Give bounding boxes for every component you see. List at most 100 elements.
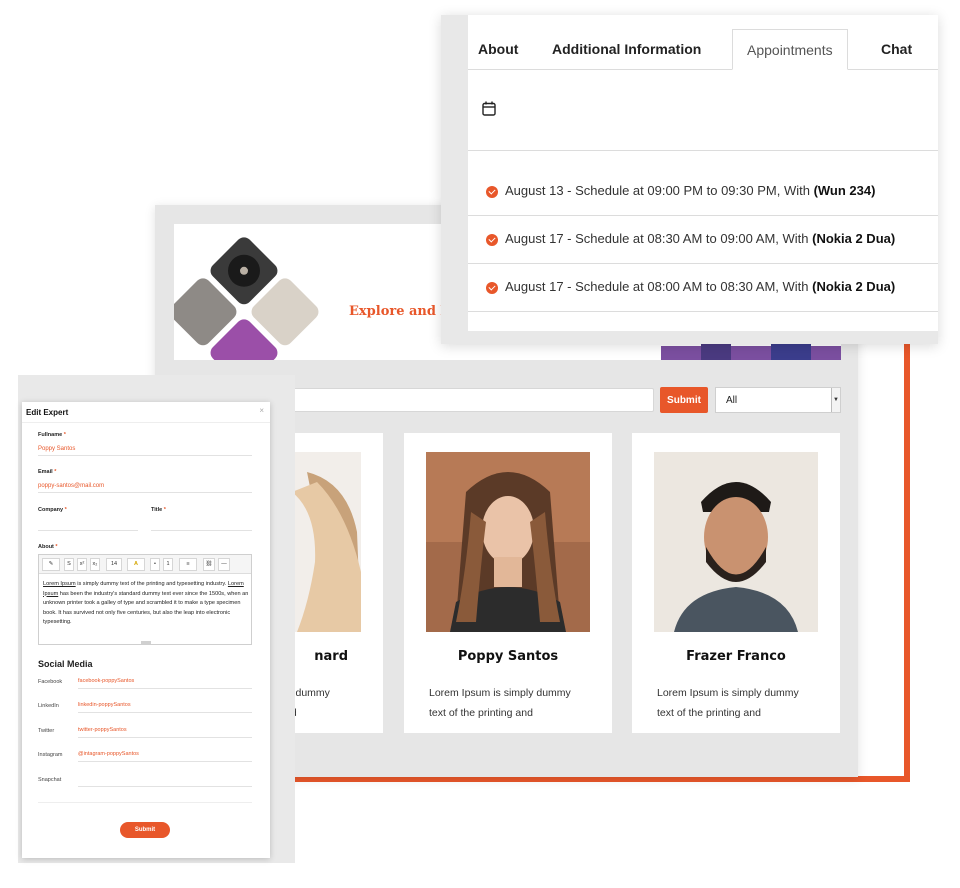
appointment-schedule: August 17 - Schedule at 08:30 AM to 09:0… xyxy=(505,231,813,246)
expert-card[interactable]: Poppy Santos Lorem Ipsum is simply dummy… xyxy=(404,433,612,733)
modal-title: Edit Expert xyxy=(26,408,69,417)
modal-divider xyxy=(22,422,270,423)
instagram-field[interactable]: @intagram-poppySantos xyxy=(78,751,252,762)
required-mark: * xyxy=(64,507,67,513)
appointment-with: (Nokia 2 Dua) xyxy=(812,231,896,246)
instagram-label: Instagram xyxy=(38,752,63,758)
about-text[interactable]: Lorem Ipsum is simply dummy text of the … xyxy=(43,580,249,628)
editor-resize-handle[interactable] xyxy=(141,641,151,644)
email-field[interactable]: poppy-santos@mail.com xyxy=(38,481,252,493)
appointment-text: August 13 - Schedule at 09:00 PM to 09:3… xyxy=(505,183,875,198)
required-mark: * xyxy=(55,544,58,550)
about-label-text: About xyxy=(38,544,54,550)
about-text-part: is simply dummy text of the printing and… xyxy=(75,581,228,587)
tab-additional-information[interactable]: Additional Information xyxy=(552,29,701,70)
about-rich-text-editor[interactable]: ✎ S x² x₂ 14 A • 1 ≡ ⛓ — Lorem Ipsum is … xyxy=(38,554,252,645)
social-media-heading: Social Media xyxy=(38,659,93,669)
check-circle-icon xyxy=(486,282,498,294)
tabs-content: About Additional Information Appointment… xyxy=(468,15,938,331)
expert-description: Lorem Ipsum is simply dummy text of the … xyxy=(657,683,817,723)
appointment-with: (Nokia 2 Dua) xyxy=(812,279,896,294)
expert-description: Lorem Ipsum is simply dummy text of the … xyxy=(429,683,589,723)
search-input[interactable] xyxy=(285,388,654,412)
title-field[interactable] xyxy=(151,519,252,531)
about-text-part: Lorem Ipsum xyxy=(43,581,76,587)
search-submit-button[interactable]: Submit xyxy=(660,387,708,413)
facebook-label: Facebook xyxy=(38,679,63,685)
text-color-icon[interactable]: A xyxy=(127,558,145,571)
expert-tabs-panel: About Additional Information Appointment… xyxy=(441,15,938,344)
email-label-text: Email xyxy=(38,469,53,475)
tab-chat[interactable]: Chat xyxy=(881,29,912,70)
tab-about[interactable]: About xyxy=(478,29,518,70)
expert-description-line: Lorem Ipsum is simply dummy xyxy=(429,687,571,699)
company-field[interactable] xyxy=(38,519,138,531)
search-row: Submit All ▼ xyxy=(285,387,841,413)
editor-toolbar: ✎ S x² x₂ 14 A • 1 ≡ ⛓ — xyxy=(39,555,251,574)
expert-description-line: text of the printing and xyxy=(429,707,533,719)
form-divider xyxy=(38,802,252,803)
appointment-text: August 17 - Schedule at 08:00 AM to 08:3… xyxy=(505,279,895,294)
filter-selected-value: All xyxy=(726,395,738,406)
expert-photo xyxy=(654,452,818,632)
twitter-field[interactable]: twitter-poppySantos xyxy=(78,727,252,738)
appointment-schedule: August 17 - Schedule at 08:00 AM to 08:3… xyxy=(505,279,813,294)
title-label-text: Title xyxy=(151,507,163,513)
expert-card[interactable]: Frazer Franco Lorem Ipsum is simply dumm… xyxy=(632,433,840,733)
company-label-text: Company xyxy=(38,507,64,513)
expert-name: Frazer Franco xyxy=(686,649,786,664)
calendar-row xyxy=(468,71,938,151)
tab-appointments[interactable]: Appointments xyxy=(732,29,848,70)
appointment-item: August 17 - Schedule at 08:30 AM to 09:0… xyxy=(468,216,938,264)
font-size-select[interactable]: 14 xyxy=(106,558,122,571)
appointment-item: August 17 - Schedule at 08:00 AM to 08:3… xyxy=(468,264,938,312)
snapchat-label: Snapchat xyxy=(38,777,62,783)
submit-button[interactable]: Submit xyxy=(120,822,170,838)
email-label: Email * xyxy=(38,469,56,475)
calendar-icon[interactable] xyxy=(482,101,496,116)
tab-bar: About Additional Information Appointment… xyxy=(468,15,938,70)
check-circle-icon xyxy=(486,186,498,198)
appointment-item: August 13 - Schedule at 09:00 PM to 09:3… xyxy=(468,168,938,216)
close-icon[interactable]: × xyxy=(259,406,264,415)
expert-description: ly dummy nd xyxy=(285,683,383,723)
about-text-part: has been the industry's standard dummy t… xyxy=(43,590,249,626)
required-mark: * xyxy=(54,469,57,475)
title-label: Title * xyxy=(151,507,166,513)
banner-collage-image xyxy=(174,237,319,360)
fullname-label-text: Fullname xyxy=(38,432,63,438)
snapchat-field[interactable] xyxy=(78,776,252,787)
filter-select[interactable]: All ▼ xyxy=(715,387,841,413)
horizontal-rule-icon[interactable]: — xyxy=(218,558,230,571)
magic-wand-icon[interactable]: ✎ xyxy=(42,558,60,571)
expert-photo xyxy=(426,452,590,632)
superscript-icon[interactable]: x² xyxy=(77,558,87,571)
expert-description-line: Lorem Ipsum is simply dummy xyxy=(657,687,799,699)
facebook-field[interactable]: facebook-poppySantos xyxy=(78,678,252,689)
link-icon[interactable]: ⛓ xyxy=(203,558,215,571)
strikethrough-icon[interactable]: S xyxy=(64,558,74,571)
appointment-text: August 17 - Schedule at 08:30 AM to 09:0… xyxy=(505,231,895,246)
numbered-list-icon[interactable]: 1 xyxy=(163,558,173,571)
align-icon[interactable]: ≡ xyxy=(179,558,197,571)
expert-name: Poppy Santos xyxy=(457,649,559,664)
banner-side-image xyxy=(661,342,841,360)
bullet-list-icon[interactable]: • xyxy=(150,558,160,571)
appointment-with: (Wun 234) xyxy=(813,183,876,198)
fullname-field[interactable]: Poppy Santos xyxy=(38,444,252,456)
linkedin-label: LinkedIn xyxy=(38,703,59,709)
expert-description-line: nd xyxy=(285,703,383,723)
expert-description-line: ly dummy xyxy=(285,687,330,699)
required-mark: * xyxy=(163,507,166,513)
required-mark: * xyxy=(63,432,66,438)
appointment-schedule: August 13 - Schedule at 09:00 PM to 09:3… xyxy=(505,183,814,198)
linkedin-field[interactable]: linkedin-poppySantos xyxy=(78,702,252,713)
fullname-label: Fullname * xyxy=(38,432,66,438)
check-circle-icon xyxy=(486,234,498,246)
edit-expert-modal: Edit Expert × Fullname * Poppy Santos Em… xyxy=(22,402,270,858)
twitter-label: Twitter xyxy=(38,728,55,734)
expert-description-line: text of the printing and xyxy=(657,707,761,719)
company-label: Company * xyxy=(38,507,67,513)
chevron-down-icon: ▼ xyxy=(831,388,840,412)
subscript-icon[interactable]: x₂ xyxy=(90,558,100,571)
